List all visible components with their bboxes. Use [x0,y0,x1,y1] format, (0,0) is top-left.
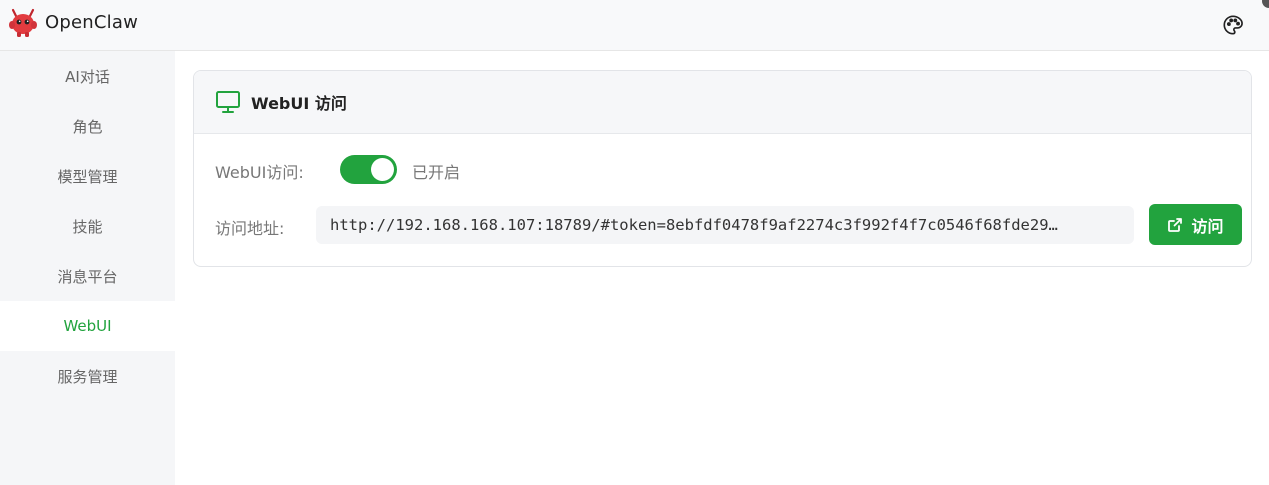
webui-toggle-label: WebUI访问: [215,163,304,182]
sidebar-item-label: WebUI [63,317,112,335]
sidebar-item-skills[interactable]: 技能 [0,201,175,251]
main-content: WebUI 访问 WebUI访问: 已开启 访问地址: http://192.1… [175,51,1269,485]
webui-access-toggle[interactable] [340,155,397,184]
app-header: OpenClaw [0,0,1269,51]
sidebar-item-roles[interactable]: 角色 [0,101,175,151]
sidebar-item-label: 角色 [72,117,103,136]
robot-logo-icon [7,7,39,39]
window-corner-dot [1262,0,1269,8]
sidebar-item-webui[interactable]: WebUI [0,301,175,351]
sidebar-item-label: 消息平台 [57,267,118,286]
toggle-knob [371,158,394,181]
sidebar-item-label: AI对话 [65,67,110,86]
card-header: WebUI 访问 [194,71,1251,134]
external-link-icon [1167,217,1183,233]
card-title: WebUI 访问 [251,94,347,113]
app-window: OpenClaw AI对话 角色 模型管理 技能 消息平台 WebUI 服务管理… [0,0,1269,485]
sidebar-item-service-management[interactable]: 服务管理 [0,351,175,401]
sidebar-item-label: 模型管理 [57,167,118,186]
sidebar-item-ai-chat[interactable]: AI对话 [0,51,175,101]
sidebar-item-label: 服务管理 [57,367,118,386]
sidebar-item-message-platform[interactable]: 消息平台 [0,251,175,301]
access-url-field[interactable]: http://192.168.168.107:18789/#token=8ebf… [316,206,1134,244]
access-url-label: 访问地址: [215,219,285,238]
visit-button[interactable]: 访问 [1149,204,1242,245]
app-title: OpenClaw [45,12,138,33]
sidebar-item-label: 技能 [72,217,103,236]
webui-access-card: WebUI 访问 WebUI访问: 已开启 访问地址: http://192.1… [193,70,1252,267]
palette-icon [1222,14,1244,36]
visit-button-label: 访问 [1191,216,1224,236]
sidebar-item-model-management[interactable]: 模型管理 [0,151,175,201]
sidebar-nav: AI对话 角色 模型管理 技能 消息平台 WebUI 服务管理 [0,51,175,485]
monitor-icon [215,90,241,114]
theme-palette-button[interactable] [1219,11,1247,39]
toggle-status-text: 已开启 [412,163,461,182]
